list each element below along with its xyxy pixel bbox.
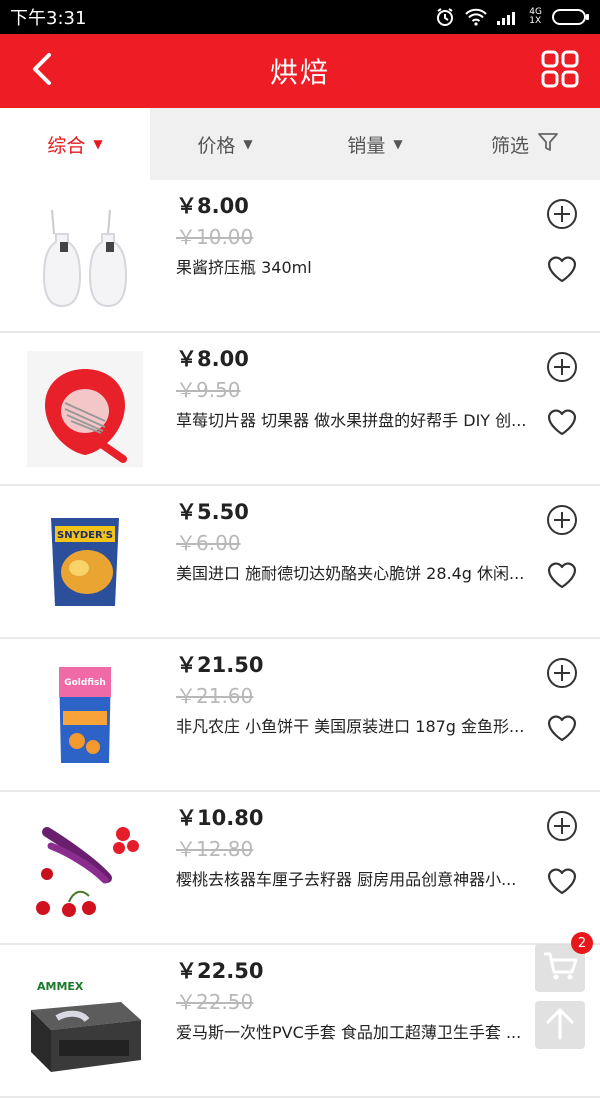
wifi-icon [465, 8, 488, 26]
product-item[interactable]: ￥8.00 ￥10.00 果酱挤压瓶 340ml [0, 180, 600, 333]
tab-label: 销量 [347, 134, 386, 157]
product-original-price: ￥6.00 [176, 531, 241, 555]
favorite-button[interactable] [544, 403, 580, 439]
favorite-button[interactable] [544, 556, 580, 592]
status-bar: 下午3:31 4G 1X [0, 0, 600, 34]
cart-count-badge: 2 [571, 932, 593, 954]
product-image-squeeze-bottle [26, 198, 144, 314]
product-original-price: ￥9.50 [176, 378, 241, 402]
grid-view-button[interactable] [540, 50, 580, 92]
triangle-down-icon: ▼ [393, 137, 403, 151]
filter-icon [537, 131, 559, 158]
add-to-cart-button[interactable] [544, 349, 580, 385]
product-image-ammex-gloves: AMMEX [26, 963, 144, 1079]
product-name[interactable]: 樱桃去核器车厘子去籽器 厨房用品创意神器小... [176, 866, 532, 890]
favorite-button[interactable] [544, 862, 580, 898]
grid-icon [541, 50, 579, 92]
sort-bar: 综合 ▼ 价格 ▼ 销量 ▼ 筛选 [0, 108, 600, 180]
favorite-button[interactable] [544, 709, 580, 745]
page-title: 烘焙 [269, 56, 330, 89]
package-brand-text: SNYDER'S [57, 530, 113, 541]
heart-icon [547, 562, 577, 589]
product-name[interactable]: 非凡农庄 小鱼饼干 美国原装进口 187g 金鱼形... [176, 713, 532, 737]
product-price: ￥22.50 [176, 959, 264, 983]
product-image-goldfish-crackers: Goldfish [26, 657, 144, 773]
product-item[interactable]: AMMEX ￥22.50 ￥22.50 爱马斯一次性PVC手套 食品加工超薄卫生… [0, 945, 600, 1098]
product-original-price: ￥10.00 [176, 225, 254, 249]
product-original-price: ￥22.50 [176, 990, 254, 1014]
product-price: ￥8.00 [176, 194, 249, 218]
add-to-cart-button[interactable] [544, 196, 580, 232]
plus-circle-icon [547, 811, 577, 841]
tab-label: 价格 [197, 134, 236, 157]
product-original-price: ￥12.80 [176, 837, 254, 861]
add-to-cart-button[interactable] [544, 502, 580, 538]
tab-comprehensive[interactable]: 综合 ▼ [0, 108, 150, 180]
tab-price[interactable]: 价格 ▼ [150, 108, 300, 180]
tab-label: 综合 [47, 134, 86, 157]
alarm-icon [435, 7, 455, 27]
tab-filter[interactable]: 筛选 [450, 108, 600, 180]
product-name[interactable]: 草莓切片器 切果器 做水果拼盘的好帮手 DIY 创... [176, 407, 532, 431]
signal-icon [497, 9, 519, 25]
product-image-cherry-pitter [26, 810, 144, 926]
tab-label: 筛选 [490, 134, 529, 157]
product-name[interactable]: 果酱挤压瓶 340ml [176, 254, 532, 278]
status-time: 下午3:31 [10, 8, 87, 29]
logo-text: AMMEX [37, 980, 84, 993]
heart-icon [547, 715, 577, 742]
back-to-top-button[interactable] [535, 1001, 585, 1049]
add-to-cart-button[interactable] [544, 808, 580, 844]
heart-icon [547, 256, 577, 283]
triangle-down-icon: ▼ [243, 137, 253, 151]
product-name[interactable]: 美国进口 施耐德切达奶酪夹心脆饼 28.4g 休闲... [176, 560, 532, 584]
arrow-up-icon [544, 1006, 576, 1044]
product-image-pretzel-crackers: SNYDER'S [26, 504, 144, 620]
package-brand-text: Goldfish [64, 678, 106, 688]
top-app-bar: 烘焙 [0, 34, 600, 108]
plus-circle-icon [547, 352, 577, 382]
battery-icon [552, 8, 590, 26]
product-item[interactable]: ￥8.00 ￥9.50 草莓切片器 切果器 做水果拼盘的好帮手 DIY 创... [0, 333, 600, 486]
cart-icon [542, 950, 578, 986]
heart-icon [547, 409, 577, 436]
plus-circle-icon [547, 505, 577, 535]
product-item[interactable]: ￥10.80 ￥12.80 樱桃去核器车厘子去籽器 厨房用品创意神器小... [0, 792, 600, 945]
product-price: ￥5.50 [176, 500, 249, 524]
heart-icon [547, 868, 577, 895]
triangle-down-icon: ▼ [93, 137, 103, 151]
product-item[interactable]: Goldfish ￥21.50 ￥21.60 非凡农庄 小鱼饼干 美国原装进口 … [0, 639, 600, 792]
back-button[interactable] [22, 51, 62, 91]
plus-circle-icon [547, 658, 577, 688]
network-type: 4G 1X [529, 7, 542, 26]
plus-circle-icon [547, 199, 577, 229]
product-original-price: ￥21.60 [176, 684, 254, 708]
product-price: ￥21.50 [176, 653, 264, 677]
favorite-button[interactable] [544, 250, 580, 286]
product-list: ￥8.00 ￥10.00 果酱挤压瓶 340ml ￥8.00 ￥9.50 草莓切… [0, 180, 600, 1098]
tab-sales[interactable]: 销量 ▼ [300, 108, 450, 180]
chevron-left-icon [30, 51, 54, 91]
product-image-strawberry-slicer [26, 351, 144, 467]
product-price: ￥8.00 [176, 347, 249, 371]
add-to-cart-button[interactable] [544, 655, 580, 691]
product-item[interactable]: SNYDER'S ￥5.50 ￥6.00 美国进口 施耐德切达奶酪夹心脆饼 28… [0, 486, 600, 639]
floating-cart-button[interactable]: 2 [535, 932, 593, 992]
product-price: ￥10.80 [176, 806, 264, 830]
product-name[interactable]: 爱马斯一次性PVC手套 食品加工超薄卫生手套 ... [176, 1019, 532, 1043]
